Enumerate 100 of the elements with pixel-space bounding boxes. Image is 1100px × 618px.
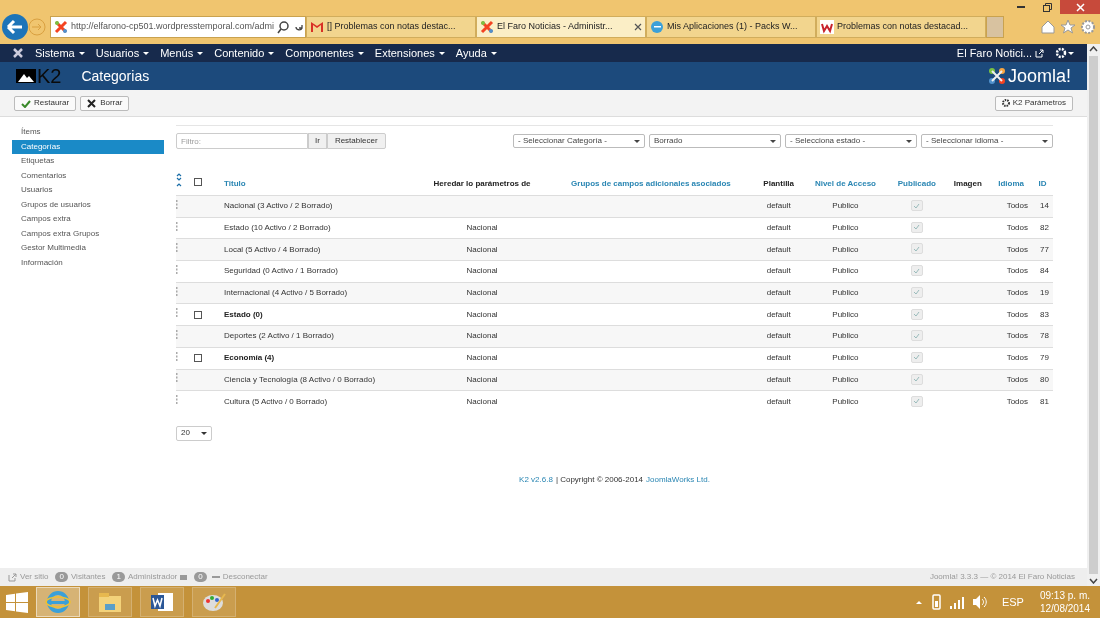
table-cell: Publico (832, 288, 859, 298)
column-header: Imagen (953, 179, 982, 188)
sidebar-item[interactable]: Comentarios (12, 168, 164, 183)
nav-menu[interactable]: Usuarios (95, 44, 150, 62)
sidebar-item[interactable]: Campos extra Grupos (12, 226, 164, 241)
table-cell: default (766, 309, 791, 319)
admins-label: Administrador (127, 571, 178, 583)
table-cell: Nacional (466, 244, 498, 254)
table-cell: Publico (832, 331, 859, 341)
sidebar-item[interactable]: Usuarios (12, 183, 164, 198)
browser-tab[interactable]: Mis Aplicaciones (1) - Packs W... (646, 16, 816, 38)
category-title[interactable]: Ciencia y Tecnología (8 Activo / 0 Borrado) (224, 374, 376, 384)
table-cell: 79 (1040, 353, 1049, 363)
table-cell: 81 (1040, 396, 1049, 406)
options-button[interactable]: K2 Parámetros (994, 95, 1073, 111)
filter-select[interactable]: Borrado (649, 134, 781, 148)
column-sort-link[interactable]: Grupos de campos adicionales asociados (571, 179, 731, 188)
go-button[interactable]: Ir (308, 133, 327, 149)
browser-tab[interactable]: El Faro Noticias - Administr... (476, 16, 646, 38)
count-badge: 0 (55, 572, 68, 582)
browser-tab[interactable]: [] Problemas con notas destac... (306, 16, 476, 38)
version-link[interactable]: K2 v2.6.8 (519, 474, 553, 487)
category-title[interactable]: Estado (0) (224, 309, 263, 319)
table-cell: Todos (1006, 396, 1028, 406)
table-cell: Todos (1006, 288, 1028, 298)
table-cell: default (766, 353, 791, 363)
visitors-label: Visitantes (70, 571, 106, 583)
table-cell: 14 (1040, 201, 1049, 211)
category-title[interactable]: Internacional (4 Activo / 5 Borrado) (224, 288, 348, 298)
nav-menu[interactable]: Ayuda (455, 44, 497, 62)
site-link[interactable]: El Faro Notici... (956, 44, 1044, 62)
category-title[interactable]: Estado (10 Activo / 2 Borrado) (224, 223, 331, 233)
sidebar-item[interactable]: Campos extra (12, 212, 164, 227)
filter-select[interactable]: - Selecciona estado - (785, 134, 917, 148)
table-cell: Todos (1006, 374, 1028, 384)
category-title[interactable]: Deportes (2 Activo / 1 Borrado) (224, 331, 334, 341)
filter-field[interactable]: Filtro: (176, 133, 308, 149)
toolbar-button[interactable]: Borrar (80, 95, 130, 111)
company-link[interactable]: JoomlaWorks Ltd. (646, 474, 710, 487)
column-sort-link[interactable]: Titulo (224, 179, 246, 188)
limit-select[interactable]: 20 (176, 425, 212, 441)
joomla-logo: Joomla! (987, 67, 1071, 85)
sidebar-item[interactable]: Gestor Multimedia (12, 241, 164, 256)
nav-menu[interactable]: Extensiones (374, 44, 445, 62)
filter-select[interactable]: - Seleccionar idioma - (921, 134, 1053, 148)
table-cell: 82 (1040, 223, 1049, 233)
sidebar-item[interactable]: Ítems (12, 125, 164, 140)
table-cell: Todos (1006, 266, 1028, 276)
table-cell: 83 (1040, 309, 1049, 319)
table-cell: Nacional (466, 353, 498, 363)
table-cell: Publico (832, 374, 859, 384)
nav-menu[interactable]: Sistema (35, 44, 85, 62)
table-cell: Nacional (466, 309, 498, 319)
nav-menu[interactable]: Contenido (214, 44, 275, 62)
nav-menu[interactable]: Menús (160, 44, 204, 62)
page-title: Categorias (81, 66, 150, 86)
copyright-text: | Copyright © 2006-2014 (555, 474, 644, 487)
table-cell: 78 (1040, 331, 1049, 341)
category-title[interactable]: Cultura (5 Activo / 0 Borrado) (224, 396, 328, 406)
table-cell: Nacional (466, 288, 498, 298)
table-cell: Todos (1006, 353, 1028, 363)
table-cell: Nacional (466, 223, 498, 233)
table-cell: 19 (1040, 288, 1049, 298)
category-title[interactable]: Seguridad (0 Activo / 1 Borrado) (224, 266, 338, 276)
column-sort-link[interactable]: ID (1038, 179, 1047, 188)
table-cell: Publico (832, 223, 859, 233)
table-cell: Publico (832, 353, 859, 363)
table-cell: Publico (832, 266, 859, 276)
count-badge: 1 (112, 572, 125, 582)
column-sort-link[interactable]: Idioma (998, 179, 1024, 188)
table-cell: Todos (1006, 244, 1028, 254)
table-cell: 77 (1040, 244, 1049, 254)
filter-select[interactable]: - Seleccionar Categoría - (513, 134, 645, 148)
table-cell: default (766, 223, 791, 233)
column-sort-link[interactable]: Nivel de Acceso (814, 179, 876, 188)
sidebar-item[interactable]: Categorías (12, 139, 164, 154)
column-sort-link[interactable]: Publicado (897, 179, 936, 188)
reset-button[interactable]: Restablecer (326, 133, 386, 149)
table-cell: default (766, 288, 791, 298)
table-cell: default (766, 374, 791, 384)
table-cell: Publico (832, 309, 859, 319)
toolbar-button[interactable]: Restaurar (14, 95, 77, 111)
browser-tab[interactable]: Problemas con notas destacad... (816, 16, 986, 38)
category-title[interactable]: Nacional (3 Activo / 2 Borrado) (224, 201, 333, 211)
table-cell: Publico (832, 201, 859, 211)
count-badge: 0 (194, 572, 207, 582)
k2-logo: K2 (16, 66, 62, 86)
category-title[interactable]: Economía (4) (224, 353, 275, 363)
sidebar-item[interactable]: Información (12, 255, 164, 270)
table-cell: Todos (1006, 223, 1028, 233)
nav-menu[interactable]: Componentes (285, 44, 364, 62)
table-cell: Todos (1006, 201, 1028, 211)
address-bar[interactable]: http://elfarono-cp501.wordpresstemporal.com/admi (50, 16, 306, 38)
category-title[interactable]: Local (5 Activo / 4 Borrado) (224, 244, 321, 254)
sidebar-item[interactable]: Grupos de usuarios (12, 197, 164, 212)
table-cell: default (766, 201, 791, 211)
table-cell: Todos (1006, 331, 1028, 341)
table-cell: Publico (832, 396, 859, 406)
sidebar-item[interactable]: Etiquetas (12, 154, 164, 169)
table-cell: default (766, 331, 791, 341)
